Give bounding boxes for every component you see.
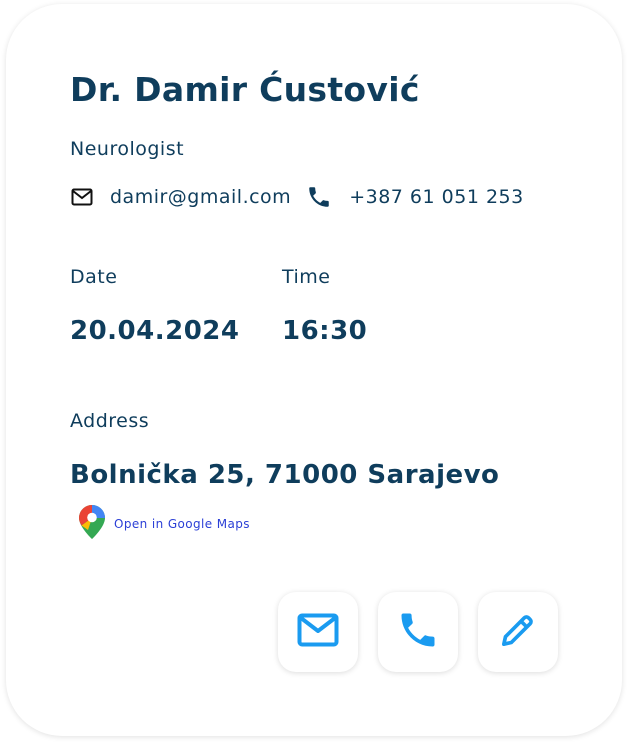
open-in-google-maps-link[interactable]: Open in Google Maps [78,504,250,544]
phone-icon [396,608,440,656]
email-button[interactable] [278,592,358,672]
maps-link-text: Open in Google Maps [114,517,250,531]
appointment-card: Dr. Damir Ćustović Neurologist damir@gma… [6,4,622,736]
call-button[interactable] [378,592,458,672]
doctor-phone[interactable]: +387 61 051 253 [349,186,524,208]
phone-icon [305,183,333,211]
mail-icon [70,185,94,209]
contact-row: damir@gmail.com +387 61 051 253 [70,182,524,212]
pencil-icon [498,610,538,654]
address-label: Address [70,410,150,432]
time-value: 16:30 [282,316,368,346]
address-value: Bolnička 25, 71000 Sarajevo [70,460,500,490]
map-pin-icon [78,504,106,544]
doctor-email[interactable]: damir@gmail.com [110,186,291,208]
mail-icon [297,613,339,651]
doctor-name: Dr. Damir Ćustović [70,70,420,109]
date-label: Date [70,266,118,288]
time-label: Time [282,266,331,288]
edit-button[interactable] [478,592,558,672]
doctor-specialty: Neurologist [70,138,185,160]
date-value: 20.04.2024 [70,316,240,346]
